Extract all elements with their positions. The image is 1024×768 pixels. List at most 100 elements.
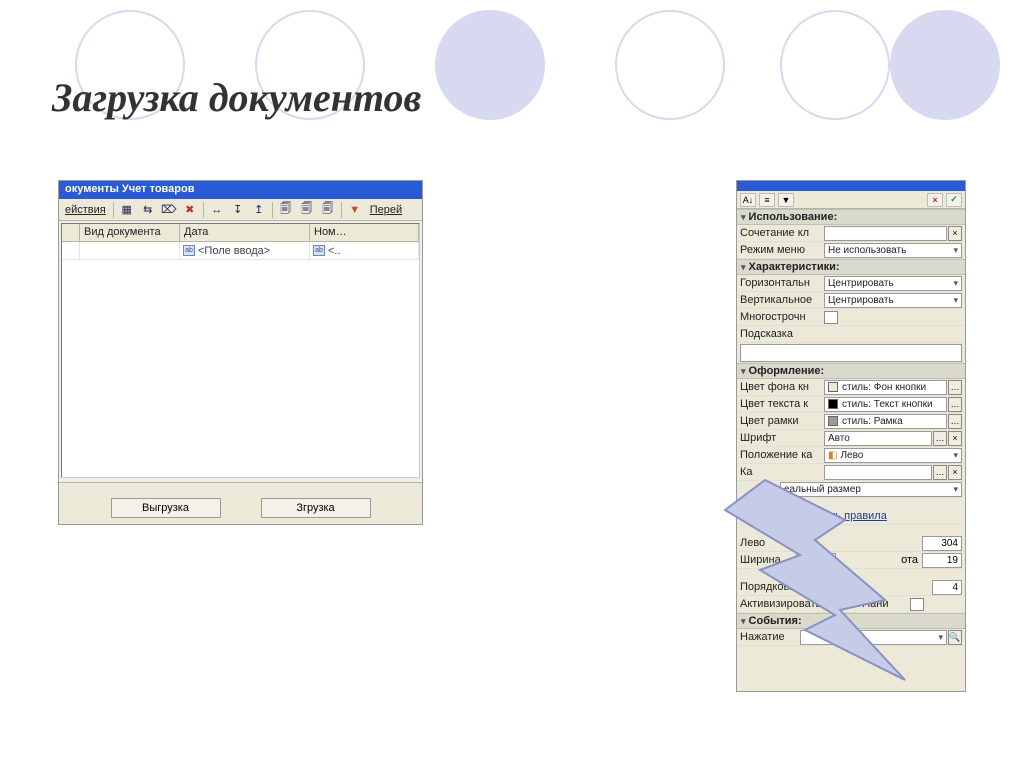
clear-button[interactable]: × (948, 226, 962, 241)
toolbar-button[interactable]: ↥ (249, 201, 269, 219)
row-left: Лево 304 (737, 535, 965, 552)
cancel-icon[interactable]: × (927, 193, 943, 207)
grid-col-date[interactable]: Дата (180, 224, 310, 241)
field-press[interactable] (800, 630, 947, 645)
field-shortcut[interactable] (824, 226, 947, 241)
row-marker (62, 242, 80, 259)
toolbar-button[interactable]: 🗐 (318, 201, 338, 219)
sort-az-icon[interactable]: A↓ (740, 193, 756, 207)
clear-button[interactable]: × (948, 431, 962, 446)
toolbar-button[interactable]: ⇆ (138, 201, 158, 219)
label-press: Нажатие (740, 631, 800, 643)
row-rules: Прив ановить правила (737, 508, 965, 525)
field-tabindex[interactable]: 4 (932, 580, 962, 595)
actions-menu[interactable]: ействия (61, 204, 110, 216)
field-menu-mode[interactable]: Не использовать (824, 243, 962, 258)
cell-date[interactable]: ab <Поле ввода> (180, 242, 310, 259)
separator (203, 202, 204, 218)
set-rules-link[interactable]: ановить правила (800, 510, 887, 522)
field-framecolor[interactable]: стиль: Рамка (824, 414, 947, 429)
value-text: Лево (840, 450, 863, 461)
export-button[interactable]: Выгрузка (111, 498, 221, 518)
checkbox-multiline[interactable] (824, 311, 838, 324)
row-press: Нажатие 🔍 (737, 629, 965, 646)
window-toolbar: ействия ▦ ⇆ ⌦ ✖ ↔ ↧ ↥ 🗐 🗐 🗐 ▼ Перей (59, 199, 422, 221)
cell-doc-type[interactable] (80, 242, 180, 259)
field-hint[interactable] (740, 344, 962, 362)
row-font: Шрифт Авто … × (737, 430, 965, 447)
label-tabindex: Порядковый номер (740, 581, 860, 593)
label-bgcolor: Цвет фона кн (740, 381, 824, 393)
apply-icon[interactable]: ✓ (946, 193, 962, 207)
categorize-icon[interactable]: ≡ (759, 193, 775, 207)
grid-col-number[interactable]: Ном… (310, 224, 419, 241)
field-ka[interactable] (824, 465, 932, 480)
field-position[interactable]: ◧ Лево (824, 448, 962, 463)
field-valign[interactable]: Центрировать (824, 293, 962, 308)
separator (113, 202, 114, 218)
properties-panel: A↓ ≡ ▼ × ✓ ▾ Использование: Сочетание кл… (736, 180, 966, 692)
toolbar-button[interactable]: ▦ (117, 201, 137, 219)
row-width: Ширина 12 ота 19 (737, 552, 965, 569)
filter-icon[interactable]: ▼ (345, 201, 365, 219)
row-tabindex: Порядковый номер 4 (737, 579, 965, 596)
slide-title: Загрузка документов (52, 74, 421, 121)
goto-menu[interactable]: Перей (366, 204, 406, 216)
label-framecolor: Цвет рамки (740, 415, 824, 427)
label-shortcut: Сочетание кл (740, 227, 824, 239)
label-menu-mode: Режим меню (740, 244, 824, 256)
cell-number[interactable]: ab <.. (310, 242, 419, 259)
row-halign: Горизонтальн Центрировать (737, 275, 965, 292)
grid-row[interactable]: ab <Поле ввода> ab <.. (62, 242, 419, 260)
ellipsis-button[interactable]: … (948, 397, 962, 412)
chevron-down-icon: ▾ (741, 366, 746, 377)
section-decoration[interactable]: ▾ Оформление: (737, 363, 965, 379)
import-button[interactable]: Згрузка (261, 498, 371, 518)
value-text: стиль: Фон кнопки (842, 382, 926, 393)
section-specs[interactable]: ▾ Характеристики: (737, 259, 965, 275)
toolbar-button[interactable]: ↧ (228, 201, 248, 219)
checkbox-activate[interactable] (910, 598, 924, 611)
field-textcolor[interactable]: стиль: Текст кнопки (824, 397, 947, 412)
toolbar-button[interactable]: ✖ (180, 201, 200, 219)
field-width[interactable]: 12 (796, 553, 836, 568)
section-events[interactable]: ▾ События: (737, 613, 965, 629)
field-left[interactable]: 304 (922, 536, 962, 551)
row-framecolor: Цвет рамки стиль: Рамка … (737, 413, 965, 430)
align-icon: ◧ (828, 450, 837, 461)
placeholder-text: <Поле ввода> (198, 245, 270, 257)
toolbar-button[interactable]: 🗐 (297, 201, 317, 219)
row-realsize: еальный размер (737, 481, 965, 498)
field-font[interactable]: Авто (824, 431, 932, 446)
label-valign: Вертикальное (740, 294, 824, 306)
field-realsize[interactable]: еальный размер (780, 482, 962, 497)
clear-button[interactable]: × (948, 465, 962, 480)
field-halign[interactable]: Центрировать (824, 276, 962, 291)
toolbar-button[interactable]: ↔ (207, 201, 227, 219)
label-left: Лево (740, 537, 790, 549)
field-height[interactable]: 19 (922, 553, 962, 568)
ellipsis-button[interactable]: … (948, 414, 962, 429)
section-label: Использование: (749, 211, 838, 223)
section-usage[interactable]: ▾ Использование: (737, 209, 965, 225)
circle-icon (890, 10, 1000, 120)
label-height: ота (836, 554, 922, 566)
filter-icon[interactable]: ▼ (778, 193, 794, 207)
circle-icon (615, 10, 725, 120)
row-hint-field (737, 343, 965, 363)
label-priv: Прив (740, 510, 780, 522)
grid-col-doc-type[interactable]: Вид документа (80, 224, 180, 241)
toolbar-button[interactable]: 🗐 (276, 201, 296, 219)
value-text: стиль: Рамка (842, 416, 903, 427)
color-swatch (828, 416, 838, 426)
lookup-button[interactable]: 🔍 (948, 630, 962, 645)
ellipsis-button[interactable]: … (933, 431, 947, 446)
panel-titlebar (737, 181, 965, 191)
row-textcolor: Цвет текста к стиль: Текст кнопки … (737, 396, 965, 413)
chevron-down-icon: ▾ (741, 262, 746, 273)
ellipsis-button[interactable]: … (948, 380, 962, 395)
ellipsis-button[interactable]: … (933, 465, 947, 480)
field-bgcolor[interactable]: стиль: Фон кнопки (824, 380, 947, 395)
toolbar-button[interactable]: ⌦ (159, 201, 179, 219)
label-multiline: Многострочн (740, 311, 824, 323)
